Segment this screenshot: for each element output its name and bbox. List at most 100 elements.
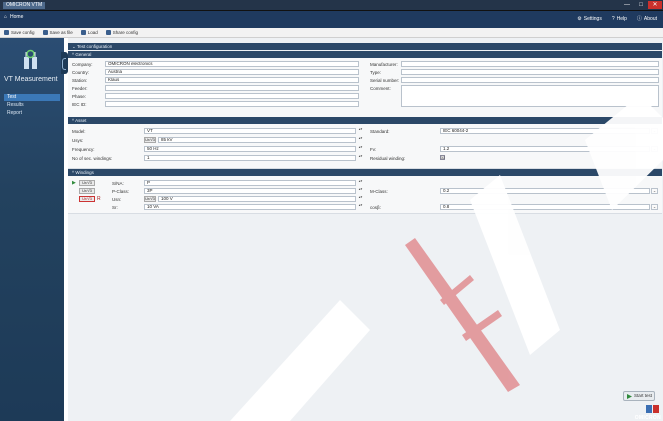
winding-3-button[interactable]: Ur/√3	[79, 196, 95, 202]
about-label: About	[643, 15, 657, 22]
omicron-logo-icon	[646, 405, 659, 413]
residual-marker-icon: R	[97, 196, 101, 202]
help-button[interactable]: ? Help	[612, 15, 627, 22]
sidebar-title: VT Measurement	[4, 76, 58, 83]
app-title: OMICRON VTM	[3, 2, 46, 9]
mclass-dropdown-icon[interactable]: ⌄	[651, 188, 658, 194]
sidebar-item-results[interactable]: Results	[4, 102, 60, 109]
sec-windings-spinner[interactable]: ▴▾	[358, 154, 363, 161]
title-bar: OMICRON VTM — □ ✕	[0, 0, 663, 11]
share-config-button[interactable]: Share config	[105, 30, 139, 35]
standard-select[interactable]: IEC 60044-2	[440, 128, 650, 134]
type-field[interactable]	[401, 69, 659, 75]
windings-form: ▶ Ur/√3 Ur/√3 Ur/√3 R S/NA: P ▴▾ P-Class…	[68, 176, 662, 214]
save-config-button[interactable]: Save config	[4, 30, 35, 35]
model-spinner[interactable]: ▴▾	[358, 127, 363, 134]
company-field[interactable]: OMICRON electronics	[105, 61, 359, 67]
iec-id-field[interactable]	[105, 101, 359, 107]
sna-spinner[interactable]: ▴▾	[358, 179, 363, 186]
share-config-label: Share config	[112, 30, 139, 35]
sna-field[interactable]: P	[144, 180, 356, 186]
sna-label: S/NA:	[112, 181, 124, 186]
phase-label: Phase:	[72, 94, 87, 99]
share-icon	[105, 30, 111, 35]
frequency-spinner[interactable]: ▴▾	[358, 145, 363, 152]
help-label: Help	[616, 15, 627, 22]
load-button[interactable]: Load	[80, 30, 98, 35]
play-icon: ▶	[72, 180, 76, 186]
general-form: Company: OMICRON electronics Country: Au…	[68, 58, 662, 118]
country-label: Country:	[72, 70, 90, 75]
usn-label: Usn:	[112, 197, 122, 202]
home-label: Home	[10, 14, 24, 20]
phase-field[interactable]	[105, 93, 359, 99]
sidebar-collapse-handle[interactable]	[61, 52, 68, 74]
start-icon	[627, 394, 632, 399]
winding-1-button[interactable]: Ur/√3	[79, 180, 95, 186]
save-as-icon	[42, 30, 48, 35]
home-button[interactable]: ⌂ Home	[4, 14, 23, 20]
standard-dropdown-icon[interactable]: ⌄	[651, 128, 658, 134]
winding-2-button[interactable]: Ur/√3	[79, 188, 95, 194]
pclass-field[interactable]: 3P	[144, 188, 356, 194]
asset-section-header[interactable]: ^ Asset	[68, 117, 662, 124]
sidebar-item-report[interactable]: Report	[4, 110, 60, 117]
residual-winding-checkbox[interactable]: ☒	[440, 155, 445, 160]
station-field[interactable]: Klaus	[105, 77, 359, 83]
residual-winding-label: Residual winding:	[370, 156, 406, 161]
start-test-button[interactable]: Start test	[623, 391, 655, 401]
serial-number-label: Serial number:	[370, 78, 400, 83]
serial-number-field[interactable]	[401, 77, 659, 83]
test-configuration-header[interactable]: ⌄ Test configuration	[68, 43, 662, 50]
usys-label: Usys:	[72, 138, 84, 143]
fv-select[interactable]: 1.2	[440, 146, 650, 152]
settings-button[interactable]: ⚙ Settings	[577, 15, 602, 22]
sr-spinner[interactable]: ▴▾	[358, 203, 363, 210]
asset-form: Model: VT ▴▾ Usys: Ur/√3 85 kV ▴▾ Freque…	[68, 124, 662, 169]
save-as-button[interactable]: Save as file	[42, 30, 73, 35]
feeder-field[interactable]	[105, 85, 359, 91]
sr-label: Sr:	[112, 205, 118, 210]
vt-transformer-icon	[24, 49, 37, 69]
model-field[interactable]: VT	[144, 128, 356, 134]
usys-spinner[interactable]: ▴▾	[358, 136, 363, 143]
frequency-field[interactable]: 50 Hz	[144, 146, 356, 152]
maximize-button[interactable]: □	[634, 1, 648, 9]
minimize-button[interactable]: —	[620, 1, 634, 9]
info-icon: ⓘ	[636, 16, 642, 22]
settings-label: Settings	[583, 15, 602, 22]
windings-title: Windings	[75, 170, 94, 175]
usn-field[interactable]: 100 V	[158, 196, 356, 202]
company-label: Company:	[72, 62, 93, 67]
save-as-label: Save as file	[49, 30, 73, 35]
country-field[interactable]: Austria	[105, 69, 359, 75]
mclass-select[interactable]: 0.2	[440, 188, 650, 194]
usys-ratio-button[interactable]: Ur/√3	[144, 137, 156, 143]
sidebar-item-test[interactable]: Test	[4, 94, 60, 101]
cosb-label: cosβ:	[370, 205, 381, 210]
sec-windings-field[interactable]: 1	[144, 155, 356, 161]
about-button[interactable]: ⓘ About	[636, 15, 657, 23]
close-button[interactable]: ✕	[648, 1, 662, 9]
usn-ratio-button[interactable]: Ur/√3	[144, 196, 156, 202]
cosb-select[interactable]: 0.8	[440, 204, 650, 210]
toolbar: Save config Save as file Load Share conf…	[0, 28, 663, 38]
fv-dropdown-icon[interactable]: ⌄	[651, 146, 658, 152]
general-section-header[interactable]: ^ General	[68, 51, 662, 58]
cosb-dropdown-icon[interactable]: ⌄	[651, 204, 658, 210]
manufacturer-field[interactable]	[401, 61, 659, 67]
usys-field[interactable]: 85 kV	[158, 137, 356, 143]
comment-field[interactable]	[401, 85, 659, 107]
load-icon	[80, 30, 86, 35]
standard-label: Standard:	[370, 129, 390, 134]
main-panel: ⌄ Test configuration ^ General Company: …	[68, 38, 663, 421]
windings-section-header[interactable]: ^ Windings	[68, 169, 662, 176]
test-configuration-title: Test configuration	[76, 44, 113, 49]
feeder-label: Feeder:	[72, 86, 88, 91]
pclass-spinner[interactable]: ▴▾	[358, 187, 363, 194]
model-label: Model:	[72, 129, 86, 134]
usn-spinner[interactable]: ▴▾	[358, 195, 363, 202]
sr-field[interactable]: 10 VA	[144, 204, 356, 210]
sidebar: VT Measurement Test Results Report	[0, 38, 64, 421]
menu-bar: ⌂ Home ⚙ Settings ? Help ⓘ About	[0, 11, 663, 28]
